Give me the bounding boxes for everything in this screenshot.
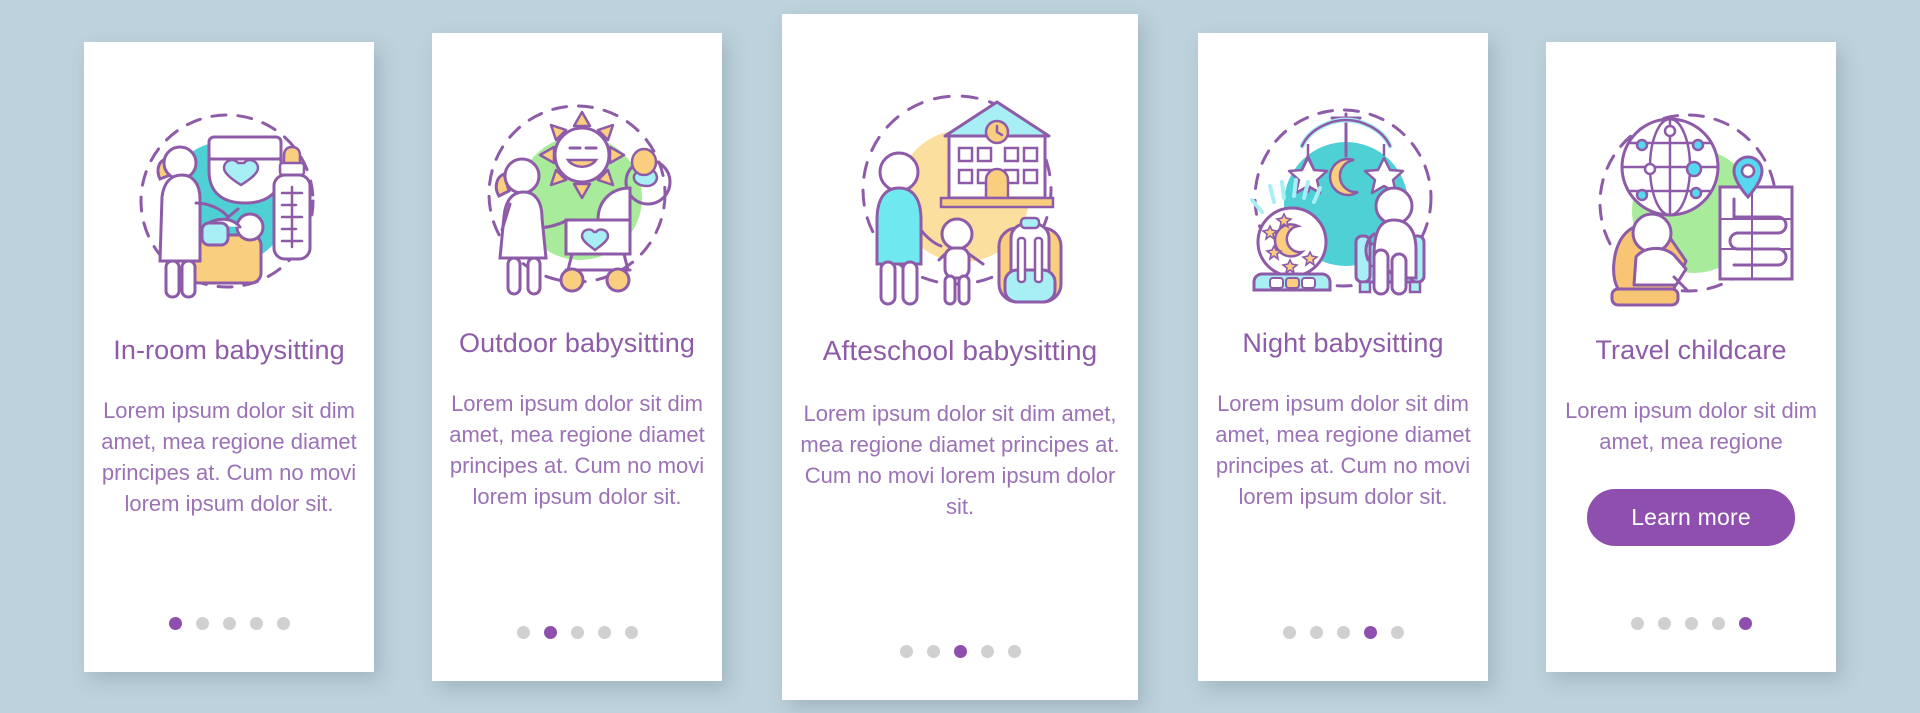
pagination-dots[interactable]: [1630, 616, 1752, 630]
onboarding-card-travel-childcare[interactable]: Travel childcare Lorem ipsum dolor sit d…: [1546, 41, 1836, 672]
pagination-dot[interactable]: [516, 625, 530, 639]
card-body: Lorem ipsum dolor sit dim amet, mea regi…: [101, 397, 357, 516]
pagination-dot[interactable]: [168, 616, 182, 630]
pagination-dot[interactable]: [543, 625, 557, 639]
pagination-dot[interactable]: [1738, 616, 1752, 630]
pagination-dot[interactable]: [899, 644, 913, 658]
pagination-dot[interactable]: [1007, 644, 1021, 658]
pagination-dot[interactable]: [624, 625, 638, 639]
pagination-dot[interactable]: [1309, 625, 1323, 639]
card-title: Night babysitting: [1242, 327, 1444, 358]
card-title: Afteschool babysitting: [822, 334, 1098, 366]
pagination-dots[interactable]: [516, 625, 638, 639]
illustration-globe-carseat-baby-map-pin: [1546, 84, 1836, 334]
pagination-dot[interactable]: [597, 625, 611, 639]
pagination-dot[interactable]: [195, 616, 209, 630]
card-body: Lorem ipsum dolor sit dim amet, mea regi…: [800, 400, 1120, 519]
pagination-dot[interactable]: [953, 644, 967, 658]
pagination-dot[interactable]: [1390, 625, 1404, 639]
pagination-dot[interactable]: [1363, 625, 1377, 639]
onboarding-card-outdoor-babysitting[interactable]: Outdoor babysitting Lorem ipsum dolor si…: [432, 32, 722, 681]
learn-more-button[interactable]: Learn more: [1587, 488, 1795, 546]
card-title: Travel childcare: [1595, 334, 1787, 365]
pagination-dot[interactable]: [249, 616, 263, 630]
illustration-woman-stroller-sun-pacifier: [432, 77, 722, 327]
pagination-dot[interactable]: [1336, 625, 1350, 639]
onboarding-card-night-babysitting[interactable]: Night babysitting Lorem ipsum dolor sit …: [1198, 32, 1488, 681]
pagination-dot[interactable]: [570, 625, 584, 639]
pagination-dots[interactable]: [899, 644, 1021, 658]
pagination-dot[interactable]: [276, 616, 290, 630]
pagination-dot[interactable]: [222, 616, 236, 630]
pagination-dot[interactable]: [1711, 616, 1725, 630]
illustration-school-building-woman-child-backpack: [782, 62, 1138, 334]
onboarding-card-afteschool-babysitting[interactable]: Afteschool babysitting Lorem ipsum dolor…: [782, 13, 1138, 700]
illustration-night-light-mobile-stars-moon-armchair: [1198, 77, 1488, 327]
onboarding-screens-board: In-room babysitting Lorem ipsum dolor si…: [0, 0, 1920, 713]
pagination-dot[interactable]: [980, 644, 994, 658]
pagination-dot[interactable]: [1684, 616, 1698, 630]
pagination-dot[interactable]: [926, 644, 940, 658]
onboarding-card-in-room-babysitting[interactable]: In-room babysitting Lorem ipsum dolor si…: [84, 41, 374, 672]
illustration-woman-changing-baby-diaper-bottle: [84, 84, 374, 334]
pagination-dot[interactable]: [1630, 616, 1644, 630]
pagination-dot[interactable]: [1282, 625, 1296, 639]
pagination-dot[interactable]: [1657, 616, 1671, 630]
card-body: Lorem ipsum dolor sit dim amet, mea regi…: [449, 390, 705, 509]
card-title: Outdoor babysitting: [458, 327, 696, 358]
pagination-dots[interactable]: [168, 616, 290, 630]
card-title: In-room babysitting: [113, 334, 345, 365]
pagination-dots[interactable]: [1282, 625, 1404, 639]
card-row: In-room babysitting Lorem ipsum dolor si…: [0, 0, 1920, 713]
card-body: Lorem ipsum dolor sit dim amet, mea regi…: [1215, 390, 1471, 509]
card-body: Lorem ipsum dolor sit dim amet, mea regi…: [1565, 397, 1817, 454]
